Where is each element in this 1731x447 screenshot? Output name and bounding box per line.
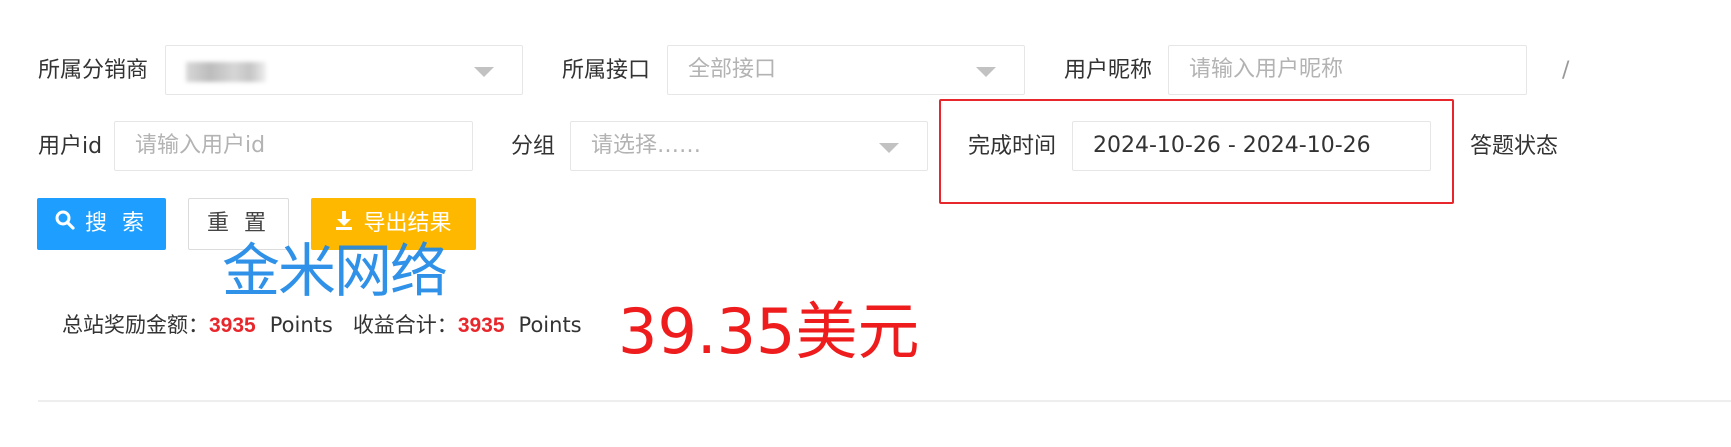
watermark-text: 金米网络	[222, 237, 448, 305]
user-id-input[interactable]: 请输入用户id	[114, 121, 473, 171]
group-label: 分组	[511, 134, 556, 159]
caret-down-icon	[474, 67, 494, 77]
annotation-amount: 39.35美元	[618, 295, 920, 368]
total-reward-unit: Points	[269, 313, 333, 337]
search-icon	[55, 198, 75, 250]
divider	[38, 400, 1731, 402]
distributor-blurred-value	[186, 62, 266, 82]
distributor-label: 所属分销商	[38, 58, 149, 83]
nickname-label: 用户昵称	[1064, 58, 1153, 83]
search-button-label: 搜 索	[85, 211, 148, 236]
income-unit: Points	[518, 313, 582, 337]
interface-label: 所属接口	[562, 58, 651, 83]
answer-status-label: 答题状态	[1470, 134, 1559, 159]
user-id-placeholder: 请输入用户id	[135, 133, 266, 158]
group-select-placeholder: 请选择……	[591, 133, 702, 158]
caret-down-icon	[976, 67, 996, 77]
user-id-label: 用户id	[38, 134, 103, 159]
total-reward-label: 总站奖励金额：	[62, 313, 209, 337]
interface-select[interactable]: 全部接口	[667, 45, 1025, 95]
income-value: 3935	[457, 314, 505, 337]
search-button[interactable]: 搜 索	[37, 198, 166, 250]
group-select[interactable]: 请选择……	[570, 121, 928, 171]
income-label: 收益合计：	[352, 313, 458, 337]
stats-summary: 总站奖励金额：3935 Points 收益合计：3935 Points	[62, 310, 582, 341]
distributor-select[interactable]	[165, 45, 523, 95]
finish-time-label: 完成时间	[968, 134, 1057, 159]
interface-select-value: 全部接口	[688, 57, 777, 82]
caret-down-icon	[879, 143, 899, 153]
total-reward-value: 3935	[209, 314, 256, 337]
nickname-input[interactable]: 请输入用户昵称	[1168, 45, 1527, 95]
finish-time-value: 2024-10-26 - 2024-10-26	[1093, 133, 1371, 158]
cut-off-label: /	[1562, 58, 1570, 83]
nickname-placeholder: 请输入用户昵称	[1189, 57, 1344, 82]
finish-time-range-input[interactable]: 2024-10-26 - 2024-10-26	[1072, 121, 1431, 171]
